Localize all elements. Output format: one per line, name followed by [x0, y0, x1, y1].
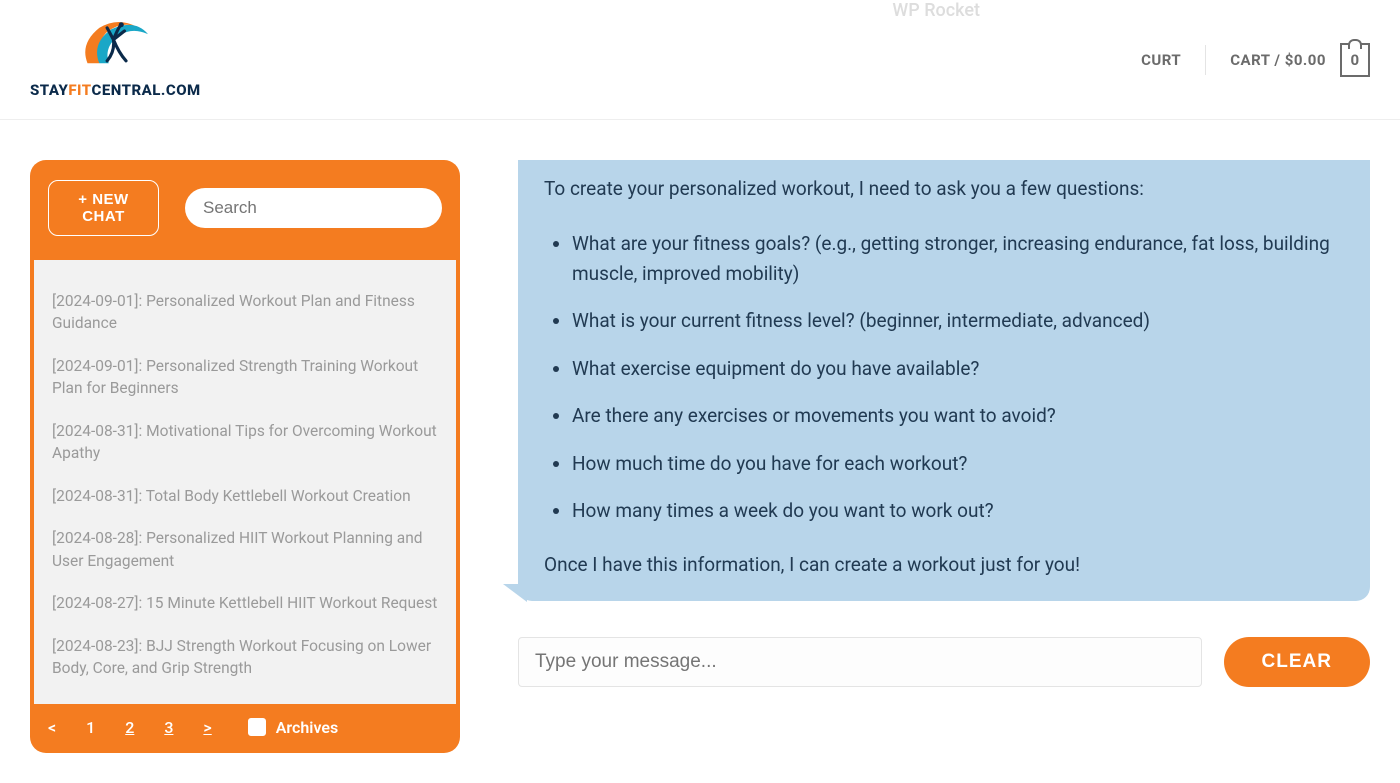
chat-history-item[interactable]: [2024-08-27]: 15 Minute Kettlebell HIIT … — [34, 582, 456, 624]
cart-label: CART / $0.00 — [1230, 51, 1326, 69]
sidebar-pagination: < 1 2 3 > Archives — [30, 704, 460, 753]
pager-page-2[interactable]: 2 — [125, 718, 134, 737]
chat-history-item[interactable]: [2024-08-23]: BJJ Strength Workout Focus… — [34, 625, 456, 690]
logo-icon — [75, 20, 155, 75]
pager-prev[interactable]: < — [48, 718, 56, 737]
assistant-question: How much time do you have for each worko… — [572, 449, 1344, 478]
message-input[interactable] — [518, 637, 1202, 687]
sidebar-top: + NEW CHAT — [30, 160, 460, 260]
chat-history-item[interactable]: [2024-08-31]: Motivational Tips for Over… — [34, 410, 456, 475]
user-account-link[interactable]: CURT — [1141, 51, 1181, 69]
chat-history-list: [2024-09-01]: Personalized Workout Plan … — [34, 260, 456, 704]
archives-label: Archives — [276, 718, 338, 737]
site-header: STAYFITCENTRAL.COM CURT CART / $0.00 0 — [0, 0, 1400, 120]
cart-count-value: 0 — [1350, 51, 1359, 69]
pager-page-1[interactable]: 1 — [86, 718, 95, 737]
pager-page-3[interactable]: 3 — [164, 718, 173, 737]
search-input[interactable] — [185, 188, 442, 228]
assistant-question: What is your current fitness level? (beg… — [572, 306, 1344, 335]
assistant-outro: Once I have this information, I can crea… — [544, 550, 1344, 579]
cart-count-icon: 0 — [1340, 43, 1370, 77]
chat-history-item[interactable]: [2024-09-01]: Personalized Workout Plan … — [34, 280, 456, 345]
chat-main: To create your personalized workout, I n… — [518, 160, 1370, 687]
new-chat-button[interactable]: + NEW CHAT — [48, 180, 159, 236]
assistant-intro: To create your personalized workout, I n… — [544, 174, 1344, 203]
chat-sidebar: + NEW CHAT [2024-09-01]: Personalized Wo… — [30, 160, 460, 753]
clear-button[interactable]: CLEAR — [1224, 637, 1370, 687]
chat-history-item[interactable]: [2024-08-28]: Personalized HIIT Workout … — [34, 517, 456, 582]
assistant-question-list: What are your fitness goals? (e.g., gett… — [544, 229, 1344, 525]
chat-input-row: CLEAR — [518, 637, 1370, 687]
assistant-message: To create your personalized workout, I n… — [518, 160, 1370, 601]
site-logo[interactable]: STAYFITCENTRAL.COM — [30, 20, 201, 99]
header-divider — [1205, 45, 1206, 75]
assistant-question: What are your fitness goals? (e.g., gett… — [572, 229, 1344, 288]
assistant-question: What exercise equipment do you have avai… — [572, 354, 1344, 383]
cart-link[interactable]: CART / $0.00 0 — [1230, 43, 1370, 77]
pager-next[interactable]: > — [203, 718, 211, 737]
page-body: + NEW CHAT [2024-09-01]: Personalized Wo… — [0, 120, 1400, 783]
assistant-question: How many times a week do you want to wor… — [572, 496, 1344, 525]
archives-checkbox[interactable] — [248, 718, 266, 736]
chat-history-item[interactable]: [2024-09-01]: Personalized Strength Trai… — [34, 345, 456, 410]
logo-text: STAYFITCENTRAL.COM — [30, 75, 201, 99]
assistant-question: Are there any exercises or movements you… — [572, 401, 1344, 430]
chat-history-item[interactable]: [2024-08-31]: Total Body Kettlebell Work… — [34, 475, 456, 517]
header-right: CURT CART / $0.00 0 — [1141, 43, 1370, 77]
